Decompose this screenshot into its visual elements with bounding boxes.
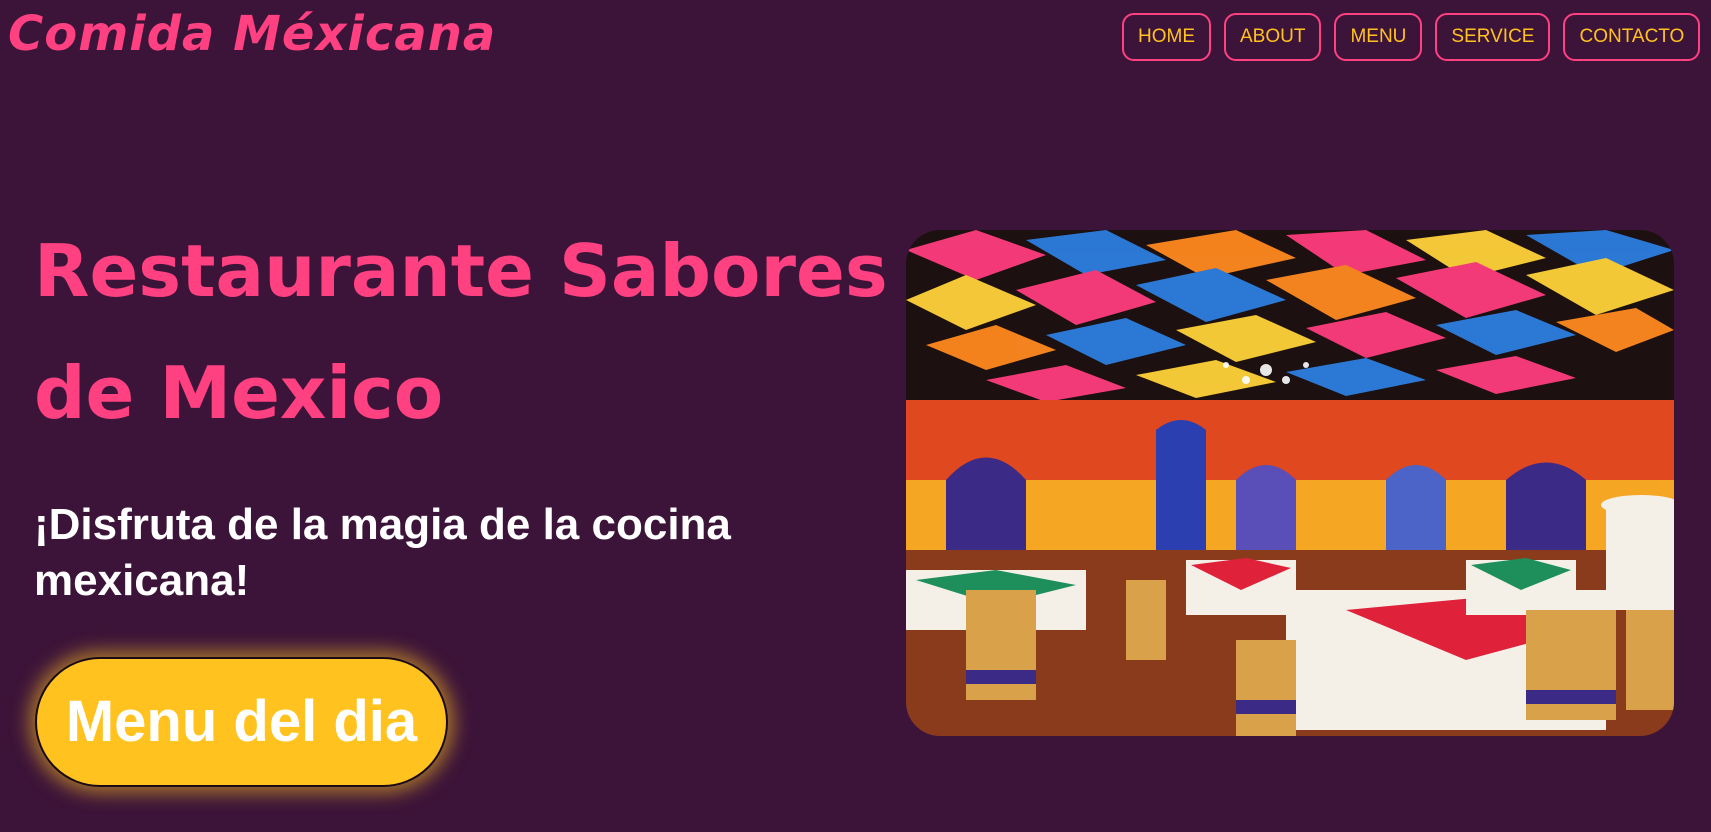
nav-home-button[interactable]: HOME — [1122, 13, 1211, 61]
nav-service-button[interactable]: SERVICE — [1435, 13, 1551, 61]
nav-menu-button[interactable]: MENU — [1334, 13, 1423, 61]
menu-del-dia-button[interactable]: Menu del dia — [35, 657, 448, 787]
site-header: Comida Méxicana HOME ABOUT MENU SERVICE … — [0, 0, 1711, 80]
hero-subtitle: ¡Disfruta de la magia de la cocina mexic… — [34, 500, 731, 605]
nav-about-button[interactable]: ABOUT — [1224, 13, 1322, 61]
hero-title: Restaurante Sabores de Mexico — [34, 229, 888, 435]
brand-logo[interactable]: Comida Méxicana — [8, 2, 496, 66]
restaurant-photo — [906, 230, 1674, 736]
nav-contacto-button[interactable]: CONTACTO — [1563, 13, 1701, 61]
restaurant-illustration — [906, 230, 1674, 736]
main-nav: HOME ABOUT MENU SERVICE CONTACTO — [1122, 13, 1701, 61]
